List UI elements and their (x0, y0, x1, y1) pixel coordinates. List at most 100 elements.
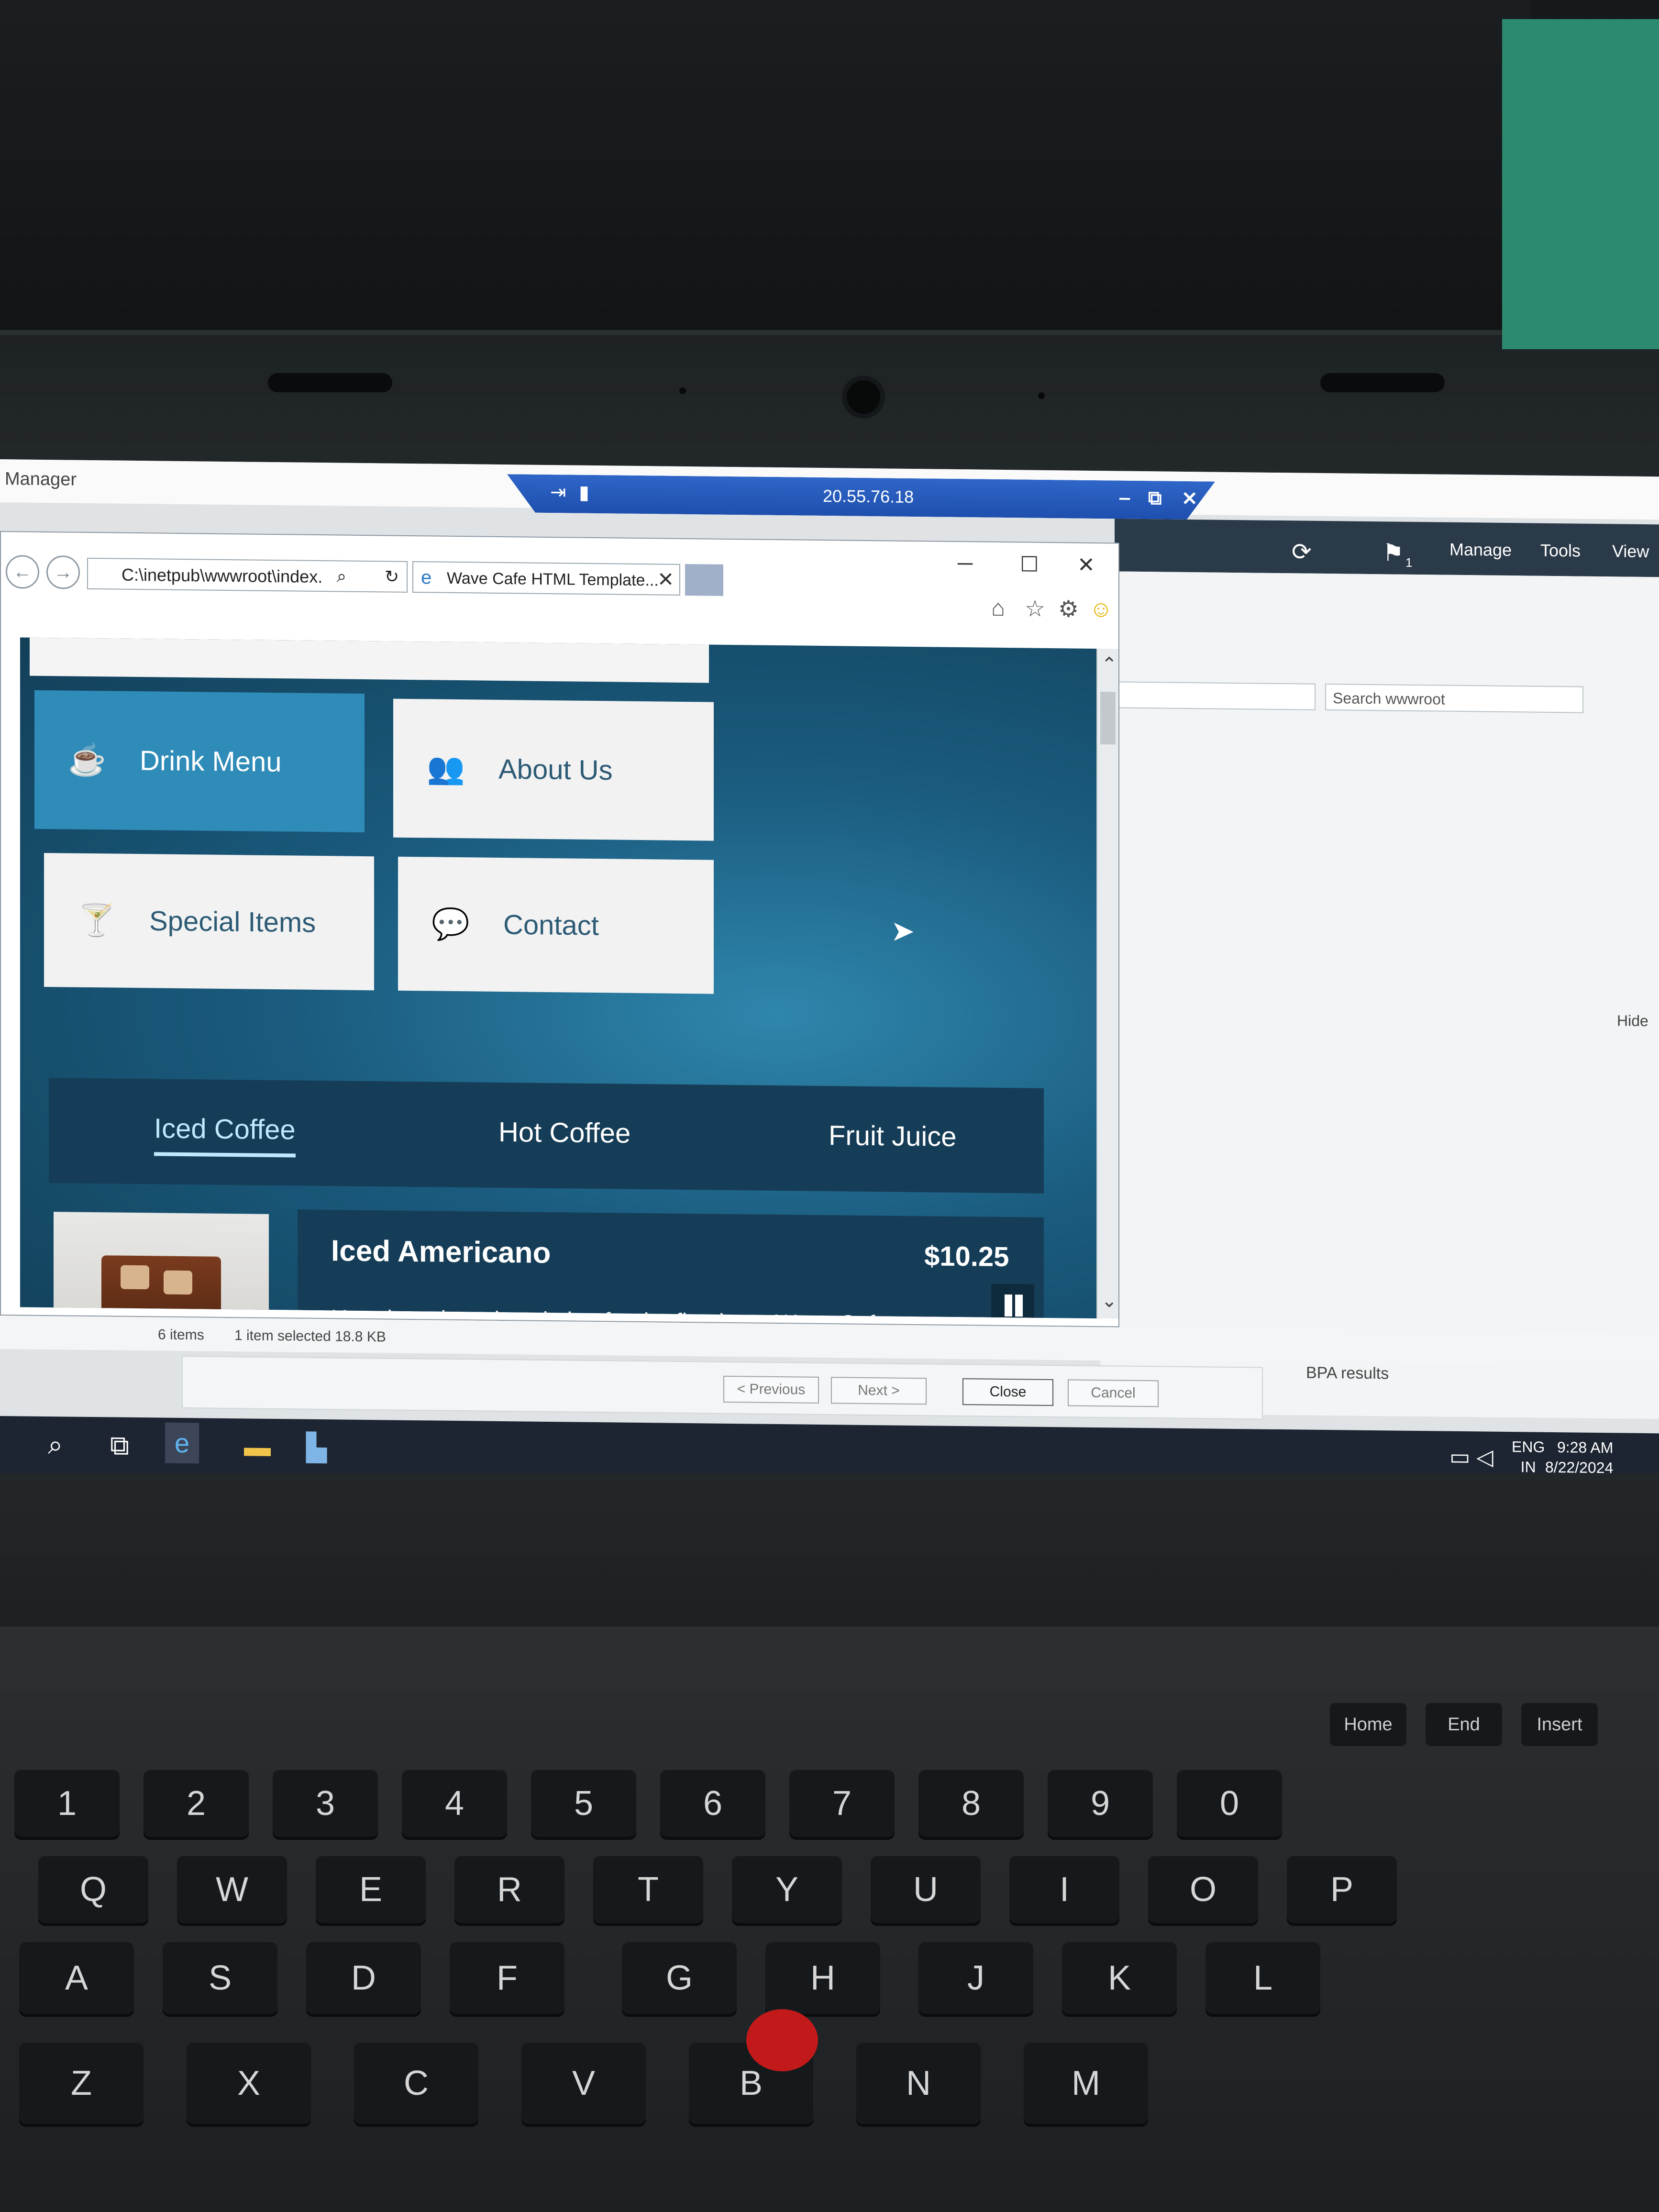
rdp-connection-bar[interactable]: ⇥ ▮ 20.55.76.18 ‒ ⧉ ✕ (507, 474, 1215, 520)
webcam (847, 380, 880, 414)
scroll-thumb[interactable] (1100, 692, 1116, 745)
browser-tab[interactable]: e Wave Cafe HTML Template... ✕ (412, 561, 680, 596)
key-i[interactable]: I (1009, 1856, 1119, 1923)
key-5[interactable]: 5 (531, 1770, 636, 1837)
key-u[interactable]: U (871, 1856, 981, 1923)
next-button[interactable]: Next > (831, 1377, 927, 1405)
tools-menu[interactable]: Tools (1540, 541, 1581, 561)
hide-link[interactable]: Hide (1617, 1012, 1648, 1030)
key-w[interactable]: W (177, 1856, 287, 1923)
bottom-key-row: Z X C V B N M (0, 2043, 1659, 2129)
tab-fruit-juice[interactable]: Fruit Juice (829, 1119, 957, 1153)
browser-maximize-button[interactable]: ☐ (1020, 552, 1039, 576)
favorites-icon[interactable]: ☆ (1025, 595, 1045, 622)
key-0[interactable]: 0 (1177, 1770, 1282, 1837)
network-volume-icons[interactable]: ▭ ◁ (1449, 1444, 1493, 1470)
drink-menu-button[interactable]: ☕ Drink Menu (34, 690, 365, 832)
special-items-button[interactable]: 🍸 Special Items (44, 852, 374, 991)
previous-button[interactable]: < Previous (723, 1375, 819, 1404)
contact-button[interactable]: 💬 Contact (398, 856, 714, 994)
key-d[interactable]: D (306, 1942, 421, 2014)
key-k[interactable]: K (1062, 1942, 1177, 2014)
key-t[interactable]: T (593, 1856, 703, 1923)
key-y[interactable]: Y (732, 1856, 842, 1923)
mouse-cursor-icon: ➤ (891, 915, 915, 948)
end-key[interactable]: End (1426, 1703, 1502, 1746)
scroll-down-icon[interactable]: ⌄ (1101, 1290, 1117, 1312)
item-name: Iced Americano (331, 1234, 551, 1270)
key-n[interactable]: N (856, 2043, 981, 2124)
key-7[interactable]: 7 (789, 1770, 895, 1837)
rdp-minimize-button[interactable]: ‒ (1119, 487, 1130, 509)
key-h[interactable]: H (765, 1942, 880, 2014)
manage-menu[interactable]: Manage (1449, 540, 1512, 560)
browser-close-button[interactable]: ✕ (1077, 553, 1095, 577)
key-a[interactable]: A (19, 1942, 134, 2014)
rdp-restore-button[interactable]: ⧉ (1148, 487, 1162, 509)
about-us-button[interactable]: 👥 About Us (393, 698, 714, 841)
tab-hot-coffee[interactable]: Hot Coffee (498, 1116, 630, 1150)
key-g[interactable]: G (622, 1942, 737, 2014)
refresh-page-icon[interactable]: ↻ (385, 566, 399, 586)
key-2[interactable]: 2 (144, 1770, 249, 1837)
cancel-button[interactable]: Cancel (1068, 1379, 1159, 1407)
close-button[interactable]: Close (962, 1378, 1053, 1406)
view-menu[interactable]: View (1612, 541, 1649, 562)
trackpoint-nub[interactable] (746, 2009, 818, 2071)
page-scrollbar[interactable]: ⌃ ⌄ (1096, 649, 1118, 1319)
flag-icon[interactable]: ⚑ (1382, 539, 1404, 566)
key-1[interactable]: 1 (14, 1770, 120, 1837)
key-p[interactable]: P (1287, 1856, 1397, 1923)
browser-minimize-button[interactable]: ─ (958, 552, 973, 575)
address-bar[interactable]: C:\inetpub\wwwroot\index. ⌕ ↻ (87, 557, 408, 593)
key-3[interactable]: 3 (273, 1770, 378, 1837)
key-4[interactable]: 4 (402, 1770, 507, 1837)
key-z[interactable]: Z (19, 2043, 144, 2124)
drink-menu-label: Drink Menu (140, 745, 282, 778)
feedback-smiley-icon[interactable]: ☺ (1089, 596, 1113, 623)
key-v[interactable]: V (521, 2043, 646, 2124)
cocktail-icon: 🍸 (77, 903, 116, 938)
pin-icon[interactable]: ⇥ (550, 481, 566, 503)
search-icon[interactable]: ⌕ (48, 1429, 63, 1461)
new-tab-button[interactable] (685, 564, 723, 596)
key-r[interactable]: R (454, 1856, 564, 1923)
system-clock[interactable]: 9:28 AM 8/22/2024 (1545, 1437, 1613, 1478)
key-e[interactable]: E (316, 1856, 426, 1923)
gear-icon[interactable]: ⚙ (1058, 596, 1079, 622)
key-s[interactable]: S (163, 1942, 277, 2014)
key-f[interactable]: F (450, 1942, 564, 2014)
about-us-label: About Us (498, 753, 613, 786)
insert-key[interactable]: Insert (1521, 1703, 1598, 1746)
key-j[interactable]: J (918, 1942, 1033, 2014)
file-explorer-icon[interactable]: ▬ (244, 1431, 271, 1462)
key-8[interactable]: 8 (918, 1770, 1024, 1837)
search-icon[interactable]: ⌕ (337, 566, 346, 586)
refresh-icon[interactable]: ⟳ (1292, 538, 1312, 565)
home-icon[interactable]: ⌂ (991, 595, 1005, 621)
key-6[interactable]: 6 (660, 1770, 765, 1837)
pause-video-button[interactable] (991, 1283, 1034, 1319)
wave-cafe-page: ☕ Drink Menu 👥 About Us 🍸 Special Items … (20, 637, 1101, 1319)
key-x[interactable]: X (187, 2043, 311, 2124)
task-view-icon[interactable]: ⧉ (110, 1429, 129, 1461)
tab-close-button[interactable]: ✕ (657, 567, 674, 591)
key-m[interactable]: M (1024, 2043, 1148, 2124)
explorer-address-field[interactable] (1115, 681, 1316, 710)
back-button[interactable]: ← (6, 555, 39, 589)
forward-button[interactable]: → (46, 555, 80, 589)
rdp-close-button[interactable]: ✕ (1182, 488, 1198, 510)
explorer-search-input[interactable]: Search wwwroot (1325, 684, 1583, 713)
key-c[interactable]: C (354, 2043, 478, 2124)
item-description: Here is a short description for the firs… (331, 1301, 953, 1318)
key-l[interactable]: L (1206, 1942, 1320, 2014)
ie-taskbar-icon[interactable]: e (165, 1422, 199, 1464)
key-9[interactable]: 9 (1048, 1770, 1153, 1837)
tab-iced-coffee[interactable]: Iced Coffee (154, 1112, 296, 1158)
scroll-up-icon[interactable]: ⌃ (1101, 653, 1117, 675)
key-o[interactable]: O (1148, 1856, 1258, 1923)
input-language[interactable]: ENG IN (1512, 1437, 1545, 1477)
key-q[interactable]: Q (38, 1856, 148, 1923)
server-manager-icon[interactable]: ▙ (306, 1432, 327, 1463)
home-key[interactable]: Home (1330, 1703, 1406, 1746)
